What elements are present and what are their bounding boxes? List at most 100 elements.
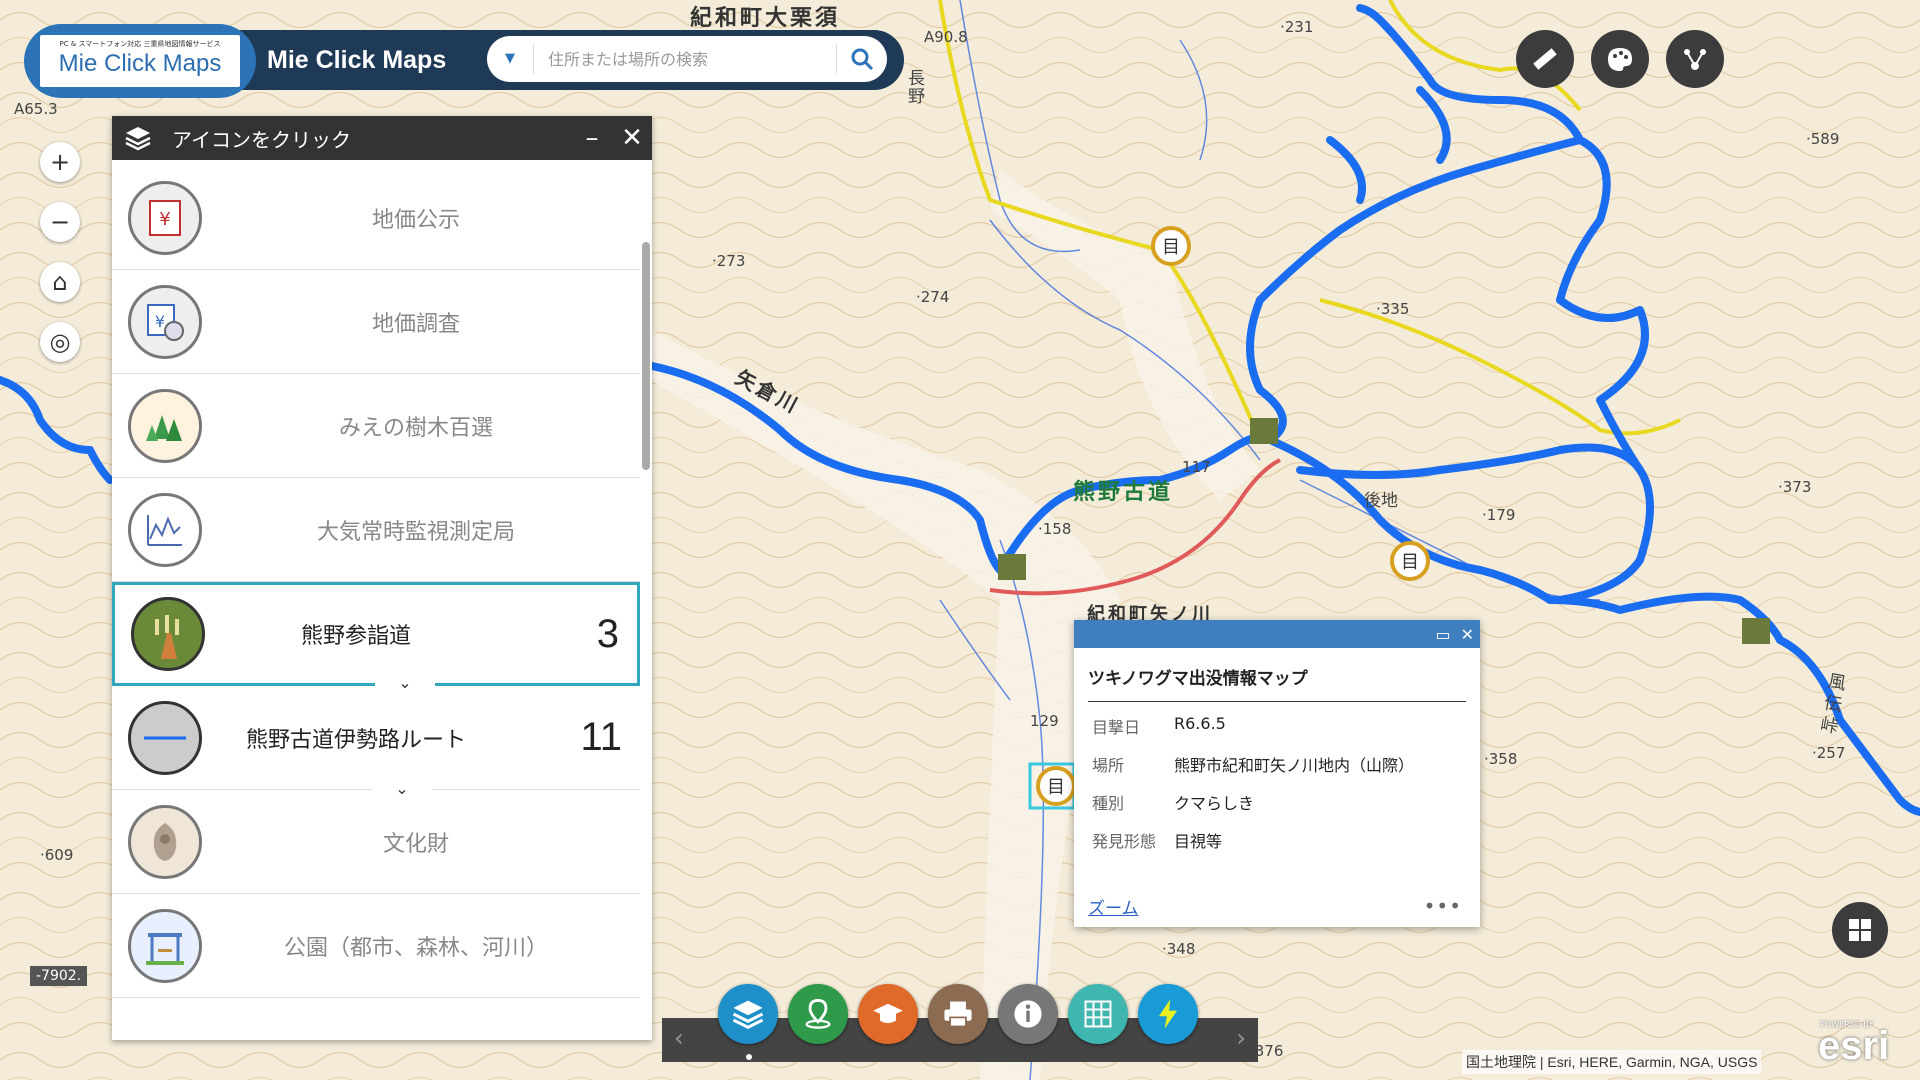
- elevation-label: ·589: [1806, 130, 1840, 148]
- layer-panel: アイコンをクリック – ✕ ¥ 地価公示 ¥ 地価調査 みえの樹木百選 大気常時…: [112, 116, 652, 1040]
- home-icon: ⌂: [52, 268, 68, 296]
- layer-label: 熊野参詣道: [300, 624, 411, 649]
- zoom-out-button[interactable]: −: [40, 202, 80, 242]
- map-label-gochi: 後地: [1364, 491, 1398, 511]
- svg-text:目: 目: [1401, 552, 1419, 573]
- elevation-label: ·609: [40, 846, 74, 864]
- search-icon: [851, 48, 874, 71]
- draw-button[interactable]: [1591, 30, 1649, 88]
- layer-item-cultural-property[interactable]: 文化財: [112, 790, 640, 894]
- page-indicator: [746, 1054, 752, 1060]
- layer-label: 地価調査: [371, 311, 460, 337]
- info-button[interactable]: [998, 984, 1058, 1044]
- elevation-label: 117: [1182, 458, 1211, 476]
- app-logo[interactable]: PC & スマートフォン対応 三重県地図情報サービス Mie Click Map…: [24, 24, 256, 98]
- attribute-key: 場所: [1092, 756, 1125, 775]
- printer-icon: [944, 1001, 972, 1028]
- elevation-label: ·179: [1482, 506, 1516, 524]
- close-icon[interactable]: ✕: [1461, 625, 1474, 644]
- popup-title: ツキノワグマ出没情報マップ: [1088, 664, 1466, 702]
- layer-item-tree-selection[interactable]: みえの樹木百選: [112, 374, 640, 478]
- layer-item-parks[interactable]: 公園（都市、森林、河川）: [112, 894, 640, 998]
- elevation-label: ·273: [712, 252, 746, 270]
- layer-label: 文化財: [382, 831, 449, 857]
- popup-footer: ズーム •••: [1088, 894, 1462, 919]
- svg-text:¥: ¥: [159, 209, 170, 230]
- info-icon: [1014, 1000, 1042, 1028]
- esri-logo[interactable]: esri: [1818, 1024, 1889, 1069]
- chevron-right-icon[interactable]: ›: [1236, 1024, 1246, 1052]
- logo-text: Mie Click Maps: [58, 50, 222, 77]
- layer-item-land-price-public[interactable]: ¥ 地価公示: [112, 166, 640, 270]
- elevation-label: ·231: [1280, 18, 1314, 36]
- minus-icon: −: [49, 208, 71, 236]
- plus-icon: +: [49, 148, 71, 176]
- chevron-down-icon: ⌄: [398, 673, 412, 692]
- attribution: 国土地理院 | Esri, HERE, Garmin, NGA, USGS: [1462, 1050, 1762, 1074]
- map-navigation: + − ⌂ ◎: [34, 142, 86, 382]
- svg-text:目: 目: [1162, 237, 1180, 258]
- minimize-button[interactable]: –: [572, 123, 612, 153]
- basemap-grid-icon: [1849, 919, 1871, 941]
- zoom-in-button[interactable]: +: [40, 142, 80, 182]
- feature-popup: ▭ ✕ ツキノワグマ出没情報マップ 目撃日 R6.6.5 場所 熊野市紀和町矢ノ川地…: [1074, 620, 1480, 927]
- search-button[interactable]: [836, 44, 887, 74]
- learning-button[interactable]: [858, 984, 918, 1044]
- attribute-value: R6.6.5: [1174, 714, 1226, 733]
- places-button[interactable]: [788, 984, 848, 1044]
- expand-button[interactable]: ⌄: [372, 779, 432, 798]
- yen-magnifier-icon: ¥: [128, 284, 202, 359]
- search-input[interactable]: [534, 48, 836, 70]
- attribute-key: 発見形態: [1092, 832, 1157, 851]
- maximize-icon[interactable]: ▭: [1435, 625, 1450, 644]
- layer-item-kumano-pilgrimage[interactable]: 熊野参詣道 3 ⌄: [112, 582, 640, 692]
- elevation-label: A90.8: [924, 28, 968, 46]
- route-line-icon: [128, 700, 202, 775]
- logo-inner: PC & スマートフォン対応 三重県地図情報サービス Mie Click Map…: [40, 35, 240, 87]
- chevron-down-icon: ⌄: [395, 779, 409, 798]
- attribute-row: 目撃日 R6.6.5: [1092, 714, 1480, 752]
- logo-tagline: PC & スマートフォン対応 三重県地図情報サービス: [59, 40, 221, 48]
- layers-button[interactable]: [718, 984, 778, 1044]
- locate-button[interactable]: ◎: [40, 322, 80, 362]
- lightning-icon: [1158, 999, 1178, 1029]
- attribute-key: 種別: [1092, 794, 1125, 813]
- layer-item-land-price-survey[interactable]: ¥ 地価調査: [112, 270, 640, 374]
- basemap-button[interactable]: [1832, 902, 1888, 958]
- measure-button[interactable]: [1516, 30, 1574, 88]
- close-button[interactable]: ✕: [612, 123, 652, 153]
- search-box: ▼: [487, 36, 887, 82]
- search-source-dropdown[interactable]: ▼: [487, 44, 534, 74]
- map-label-naga: 長野: [908, 69, 925, 107]
- more-icon[interactable]: •••: [1424, 894, 1462, 919]
- layer-item-kumano-ise-route[interactable]: 熊野古道伊勢路ルート 11 ⌄: [112, 686, 640, 798]
- panel-header: アイコンをクリック – ✕: [112, 116, 652, 160]
- yen-document-icon: ¥: [128, 180, 202, 255]
- popup-titlebar: ▭ ✕: [1074, 620, 1480, 648]
- elevation-label: A65.3: [14, 100, 58, 118]
- layer-item-air-monitoring[interactable]: 大気常時監視測定局: [112, 478, 640, 582]
- print-button[interactable]: [928, 984, 988, 1044]
- expand-button[interactable]: ⌄: [375, 673, 435, 692]
- svg-text:目: 目: [1047, 777, 1065, 798]
- app-header: PC & スマートフォン対応 三重県地図情報サービス Mie Click Map…: [24, 24, 904, 98]
- layer-label: 熊野古道伊勢路ルート: [245, 727, 466, 753]
- zoom-link[interactable]: ズーム: [1088, 894, 1139, 919]
- attribute-row: 発見形態 目視等: [1092, 828, 1480, 866]
- grid-select-button[interactable]: [1068, 984, 1128, 1044]
- cultural-property-icon: [128, 804, 202, 879]
- share-button[interactable]: [1666, 30, 1724, 88]
- home-button[interactable]: ⌂: [40, 262, 80, 302]
- map-pin-icon: [805, 998, 831, 1029]
- layers-icon: [732, 1000, 764, 1030]
- trees-icon: [128, 388, 202, 463]
- park-icon: [128, 908, 202, 983]
- layer-label: 大気常時監視測定局: [316, 519, 515, 545]
- chevron-left-icon[interactable]: ‹: [674, 1024, 684, 1052]
- graduation-cap-icon: [873, 1003, 903, 1024]
- quick-button[interactable]: [1138, 984, 1198, 1044]
- elevation-label: ·274: [916, 288, 950, 306]
- palette-icon: [1608, 48, 1632, 71]
- grid-icon: [1084, 1000, 1112, 1028]
- panel-scrollbar[interactable]: [642, 242, 650, 470]
